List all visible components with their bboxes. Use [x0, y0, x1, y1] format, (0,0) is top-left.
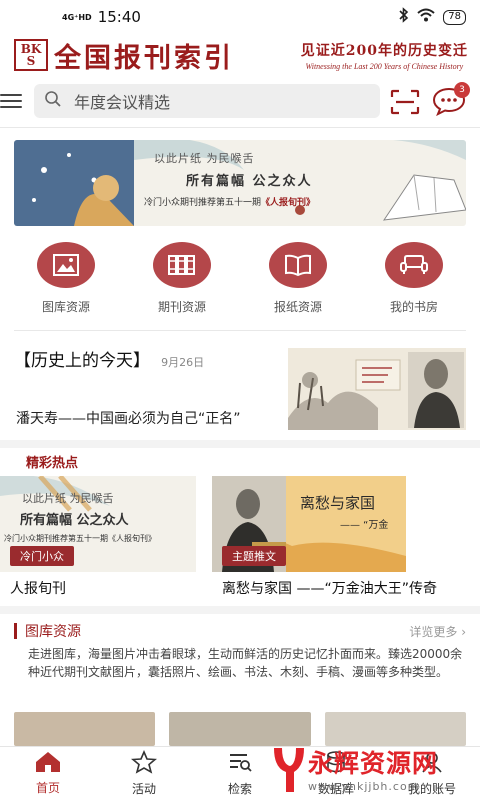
history-today-headline: 潘天寿——中国画必须为自己“正名” [16, 411, 241, 427]
section-divider [14, 330, 466, 331]
banner-line3: 冷门小众期刊推荐第五十一期《人报旬刊》 [144, 198, 316, 208]
user-icon [420, 750, 444, 778]
message-icon [432, 87, 466, 120]
wifi-icon [417, 8, 435, 26]
open-book-icon [269, 242, 327, 288]
home-icon [34, 751, 62, 777]
tab-label: 首页 [35, 781, 60, 795]
search-input[interactable]: 年度会议精选 [34, 84, 380, 118]
search-row: 年度会议精选 3 [0, 82, 480, 120]
bottom-tab-bar: 首页 活动 检索 数据库 我的账号 [0, 746, 480, 800]
hot-section-title: 精彩热点 [26, 456, 79, 471]
brand-header: BK S 全国报刊索引 见证近200年的历史变迁 Witnessing the … [0, 34, 480, 76]
search-list-icon [227, 750, 253, 778]
quick-access-row: 图库资源 期刊资源 报纸资源 我的书房 [0, 242, 480, 315]
section-accent-bar [14, 623, 17, 639]
svg-text:以此片纸 为民喉舌: 以此片纸 为民喉舌 [22, 492, 114, 505]
header-divider [0, 127, 480, 128]
slogan-cn: 见证近200年的历史变迁 [300, 42, 468, 59]
hot-card-tag: 冷门小众 [10, 546, 74, 566]
database-icon [324, 750, 348, 778]
library-title: 图库资源 [25, 624, 81, 640]
tab-label: 我的账号 [407, 782, 456, 796]
scan-icon [390, 89, 420, 119]
tab-account[interactable]: 我的账号 [384, 747, 480, 800]
tab-home[interactable]: 首页 [0, 747, 96, 800]
tab-label: 数据库 [317, 782, 354, 796]
menu-button[interactable] [0, 94, 22, 108]
status-bar: 4G⁺HD 15:40 78 [0, 0, 480, 34]
section-gap [0, 606, 480, 614]
chevron-right-icon: › [461, 624, 466, 639]
bluetooth-icon [399, 7, 409, 27]
app-title: 全国报刊索引 [54, 42, 234, 74]
svg-text:所有篇幅 公之众人: 所有篇幅 公之众人 [20, 512, 130, 528]
periodicals-icon [153, 242, 211, 288]
quick-item-image-library[interactable]: 图库资源 [16, 242, 116, 315]
svg-text:冷门小众期刊推荐第五十一期《人报旬刊》: 冷门小众期刊推荐第五十一期《人报旬刊》 [4, 533, 156, 543]
quick-item-my-study[interactable]: 我的书房 [364, 242, 464, 315]
tab-label: 检索 [227, 782, 252, 796]
hot-card-wanjinyou[interactable]: 离愁与家国 —— “万金 主题推文 离愁与家国 ——“万金油大王”传奇 [212, 476, 480, 597]
quick-item-label: 我的书房 [389, 300, 438, 314]
history-today-image [288, 348, 466, 430]
battery-icon: 78 [443, 9, 466, 25]
tab-database[interactable]: 数据库 [288, 747, 384, 800]
library-section-header: 图库资源 详览更多 › [14, 620, 466, 642]
banner-line1: 以此片纸 为民喉舌 [154, 152, 255, 165]
quick-item-newspapers[interactable]: 报纸资源 [248, 242, 348, 315]
library-more-link[interactable]: 详览更多 › [409, 623, 466, 640]
slogan-en: Witnessing the Last 200 Years of Chinese… [305, 61, 464, 71]
library-description: 走进图库，海量图片冲击着眼球，生动而鲜活的历史记忆扑面而来。臻选20000余种近… [28, 647, 463, 679]
banner-line2: 所有篇幅 公之众人 [186, 174, 313, 189]
tab-activity[interactable]: 活动 [96, 747, 192, 800]
scan-button[interactable] [390, 89, 420, 119]
hot-card-caption: 离愁与家国 ——“万金油大王”传奇 [222, 581, 437, 597]
status-time: 15:40 [97, 8, 141, 26]
history-today-date: 9月26日 [161, 356, 205, 369]
image-icon [37, 242, 95, 288]
tab-search[interactable]: 检索 [192, 747, 288, 800]
app-logo: BK S 全国报刊索引 [14, 36, 234, 75]
hot-card-renbao[interactable]: 以此片纸 为民喉舌 所有篇幅 公之众人 冷门小众期刊推荐第五十一期《人报旬刊》 … [0, 476, 196, 597]
history-today-title: 【历史上的今天】 [14, 351, 150, 371]
search-placeholder: 年度会议精选 [74, 93, 171, 112]
library-thumbnail[interactable] [324, 712, 466, 746]
hot-card-caption: 人报旬刊 [10, 581, 66, 597]
svg-text:离愁与家国: 离愁与家国 [300, 494, 375, 512]
quick-item-label: 报纸资源 [273, 300, 322, 314]
library-thumbnail[interactable] [169, 712, 311, 746]
hot-card-tag: 主题推文 [222, 546, 286, 566]
search-icon [44, 90, 62, 112]
promo-banner[interactable]: 以此片纸 为民喉舌 所有篇幅 公之众人 冷门小众期刊推荐第五十一期《人报旬刊》 [14, 140, 466, 226]
section-gap [0, 440, 480, 448]
quick-item-label: 图库资源 [41, 300, 90, 314]
svg-text:—— “万金: —— “万金 [340, 518, 388, 531]
library-thumbnails [14, 712, 466, 746]
star-icon [130, 749, 158, 778]
sofa-icon [385, 242, 443, 288]
quick-item-label: 期刊资源 [157, 300, 206, 314]
history-today-card[interactable]: 【历史上的今天】 9月26日 潘天寿——中国画必须为自己“正名” [14, 346, 466, 432]
library-thumbnail[interactable] [14, 712, 156, 746]
slogan: 见证近200年的历史变迁 Witnessing the Last 200 Yea… [301, 40, 468, 71]
network-indicator: 4G⁺HD [62, 12, 92, 22]
message-button[interactable]: 3 [432, 82, 470, 120]
message-badge: 3 [454, 82, 470, 98]
bks-logo-mark: BK S [14, 39, 48, 71]
quick-item-periodicals[interactable]: 期刊资源 [132, 242, 232, 315]
tab-label: 活动 [131, 782, 156, 796]
status-icons: 78 [399, 7, 466, 27]
